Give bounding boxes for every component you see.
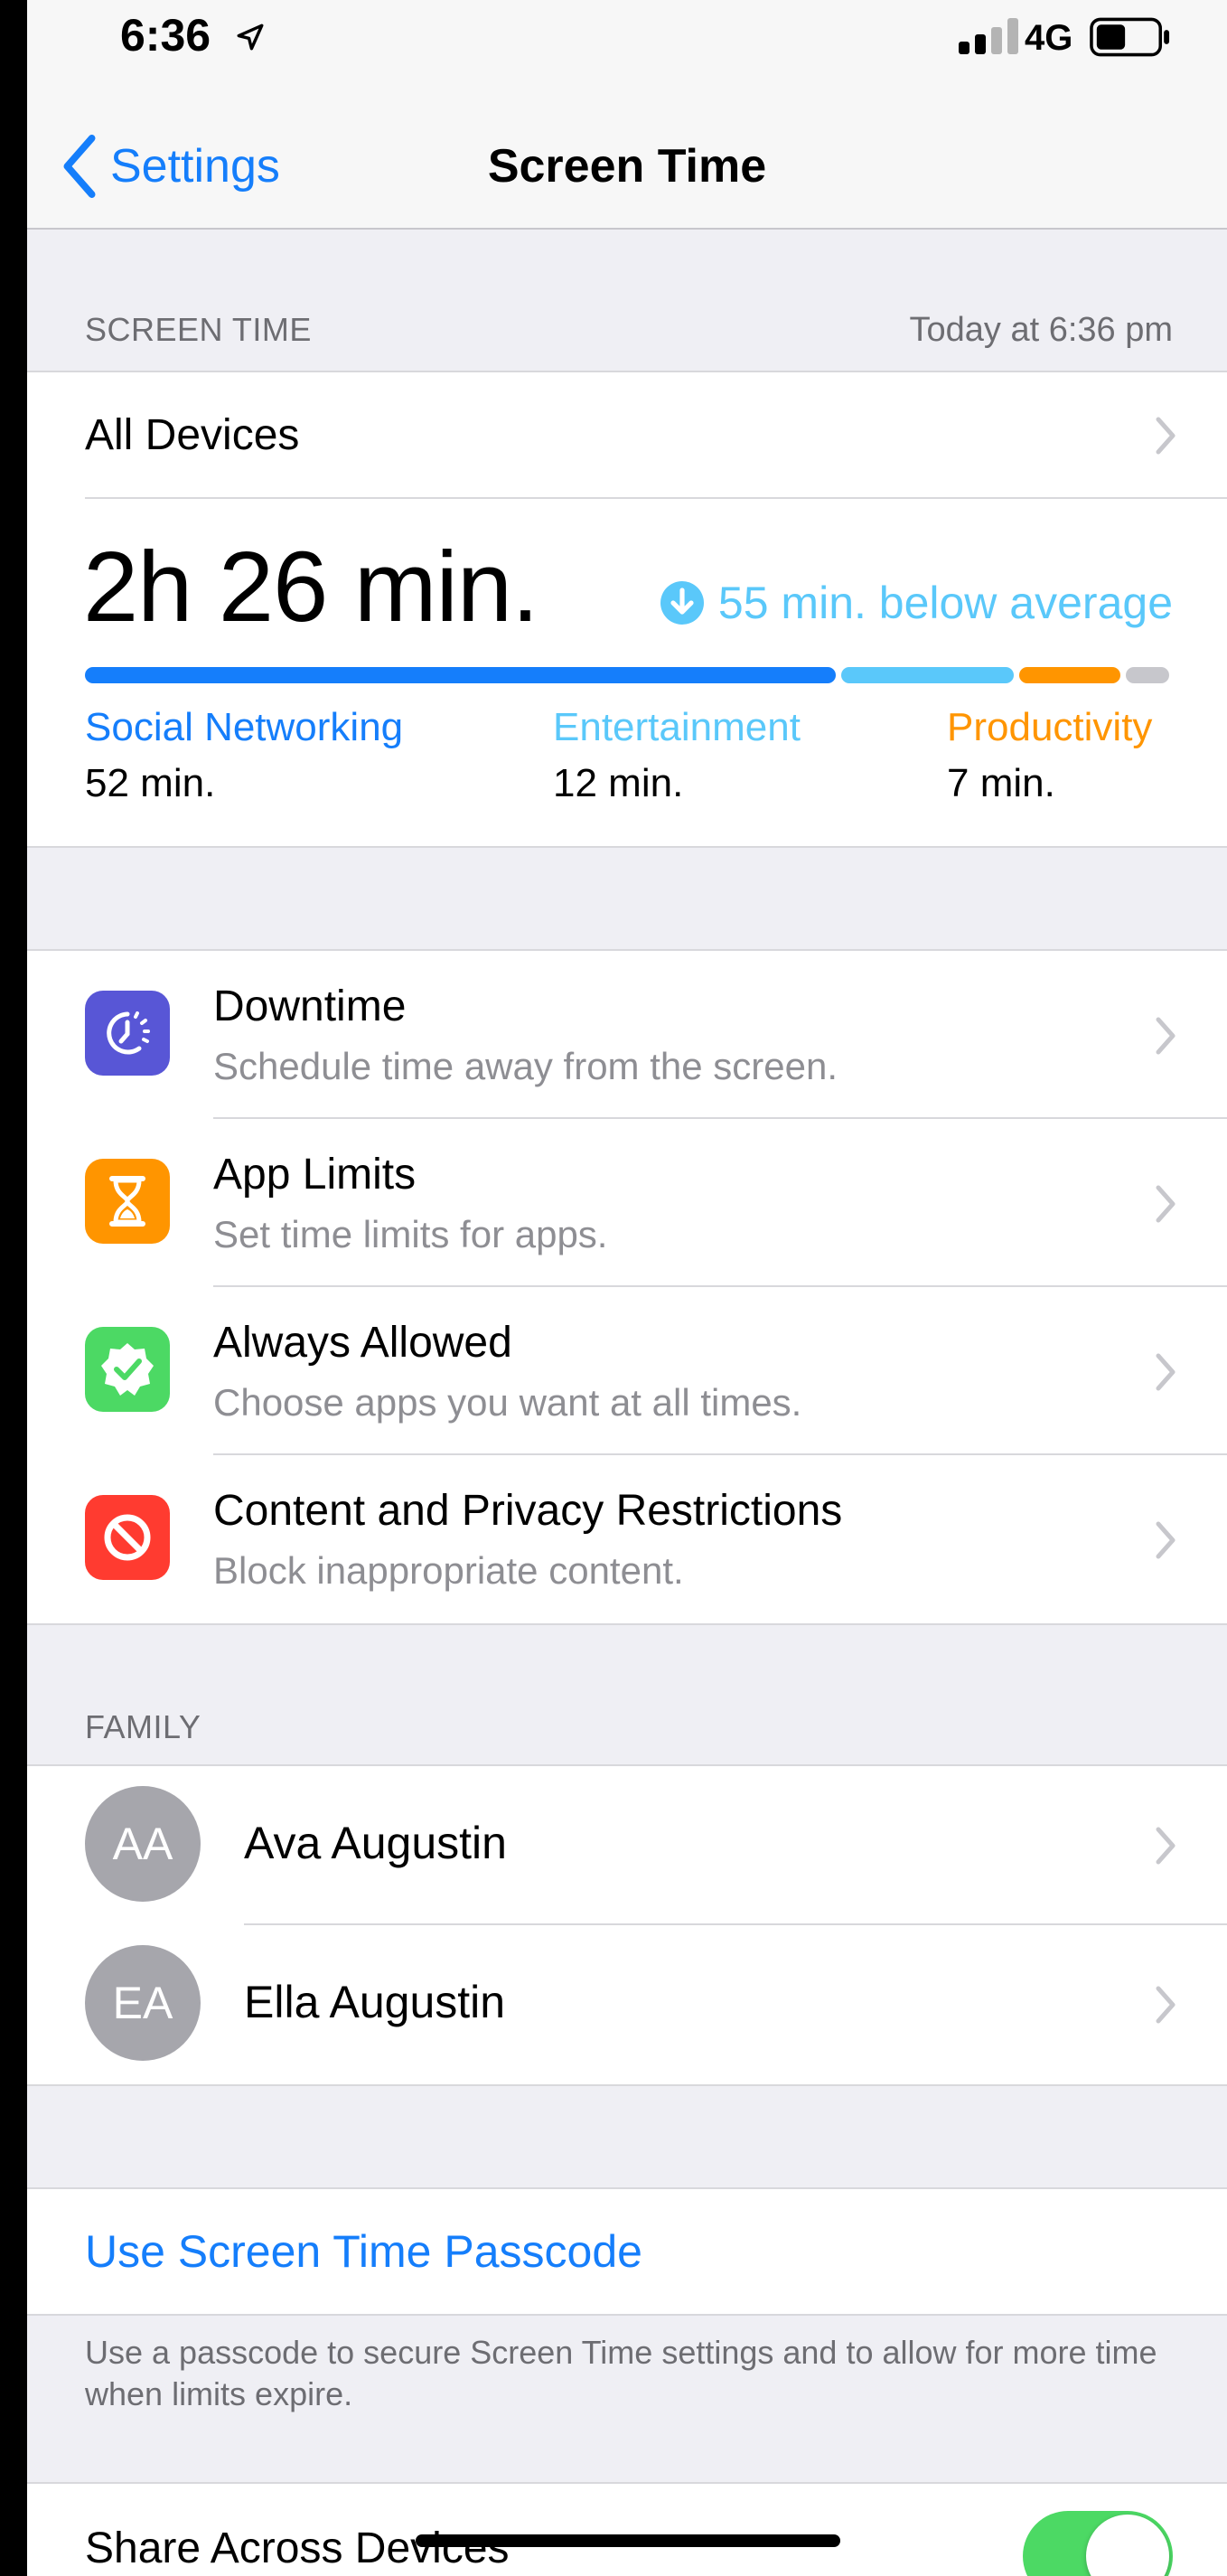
average-comparison-text: 55 min. below average bbox=[717, 578, 1173, 628]
navigation-bar: 6:36 4G Settings Screen Time bbox=[27, 0, 1227, 230]
divider bbox=[85, 497, 1227, 499]
menu-item-content-privacy[interactable]: Content and Privacy Restrictions Block i… bbox=[27, 1455, 1227, 1623]
category-entertainment: Entertainment 12 min. bbox=[553, 705, 801, 806]
usage-segment-other bbox=[1126, 667, 1169, 683]
chevron-right-icon bbox=[1156, 1521, 1175, 1559]
hourglass-icon bbox=[85, 1159, 170, 1244]
section-header-screen-time: SCREEN TIME bbox=[85, 311, 312, 348]
usage-segment-social-networking bbox=[85, 667, 836, 683]
average-comparison: 55 min. below average bbox=[660, 577, 1173, 629]
usage-segment-productivity bbox=[1019, 667, 1121, 683]
menu-item-app-limits[interactable]: App Limits Set time limits for apps. bbox=[27, 1119, 1227, 1287]
category-name: Productivity bbox=[947, 705, 1153, 749]
family-member-name: Ella Augustin bbox=[244, 1977, 506, 2027]
share-across-devices-label: Share Across Devices bbox=[85, 2524, 510, 2572]
menu-item-subtitle: Set time limits for apps. bbox=[213, 1213, 608, 1255]
chevron-right-icon bbox=[1156, 1353, 1175, 1391]
home-indicator bbox=[416, 2534, 840, 2547]
menu-item-always-allowed[interactable]: Always Allowed Choose apps you want at a… bbox=[27, 1287, 1227, 1455]
avatar: AA bbox=[85, 1786, 201, 1902]
family-list: AA Ava Augustin EA Ella Augustin bbox=[27, 1764, 1227, 2086]
use-passcode-link[interactable]: Use Screen Time Passcode bbox=[85, 2225, 642, 2278]
all-devices-label: All Devices bbox=[85, 411, 300, 459]
chevron-right-icon bbox=[1156, 1185, 1175, 1223]
category-name: Social Networking bbox=[85, 705, 404, 749]
category-value: 7 min. bbox=[947, 761, 1055, 805]
menu-item-subtitle: Schedule time away from the screen. bbox=[213, 1045, 838, 1087]
menu-item-subtitle: Choose apps you want at all times. bbox=[213, 1381, 802, 1424]
section-header-family: FAMILY bbox=[85, 1708, 201, 1745]
category-social-networking: Social Networking 52 min. bbox=[85, 705, 403, 806]
family-member-row[interactable]: EA Ella Augustin bbox=[27, 1925, 1227, 2084]
category-name: Entertainment bbox=[553, 705, 801, 749]
restricted-icon bbox=[85, 1495, 170, 1580]
passcode-footnote: Use a passcode to secure Screen Time set… bbox=[85, 2334, 1157, 2412]
chevron-right-icon bbox=[1156, 417, 1175, 455]
category-value: 12 min. bbox=[553, 761, 684, 805]
checkmark-badge-icon bbox=[85, 1327, 170, 1412]
chevron-right-icon bbox=[1156, 1827, 1175, 1865]
category-productivity: Productivity 7 min. bbox=[947, 705, 1152, 806]
updated-timestamp: Today at 6:36 pm bbox=[909, 311, 1173, 349]
battery-icon bbox=[1090, 17, 1170, 57]
passcode-card: Use Screen Time Passcode bbox=[27, 2187, 1227, 2316]
location-arrow-icon bbox=[237, 24, 264, 51]
usage-summary-card: All Devices 2h 26 min. 55 min. below ave… bbox=[27, 371, 1227, 848]
menu-item-title: Downtime bbox=[213, 982, 407, 1030]
network-type: 4G bbox=[1025, 18, 1073, 58]
status-time: 6:36 bbox=[120, 10, 211, 61]
cellular-signal-icon bbox=[959, 18, 1018, 54]
menu-item-downtime[interactable]: Downtime Schedule time away from the scr… bbox=[27, 951, 1227, 1119]
chevron-right-icon bbox=[1156, 1986, 1175, 2024]
arrow-down-circle-icon bbox=[660, 581, 704, 625]
all-devices-row[interactable]: All Devices bbox=[27, 372, 1227, 497]
settings-menu: Downtime Schedule time away from the scr… bbox=[27, 949, 1227, 1625]
page-title: Screen Time bbox=[487, 140, 767, 193]
category-value: 52 min. bbox=[85, 761, 216, 805]
avatar: EA bbox=[85, 1945, 201, 2061]
share-across-devices-toggle[interactable] bbox=[1023, 2511, 1173, 2576]
downtime-icon bbox=[85, 991, 170, 1076]
family-member-row[interactable]: AA Ava Augustin bbox=[27, 1766, 1227, 1925]
menu-item-title: App Limits bbox=[213, 1151, 417, 1199]
screen: 6:36 4G Settings Screen Time SCREEN TIME… bbox=[27, 0, 1227, 2576]
usage-bar bbox=[85, 667, 1169, 683]
toggle-knob bbox=[1086, 2515, 1169, 2576]
menu-item-title: Always Allowed bbox=[213, 1319, 512, 1367]
family-member-name: Ava Augustin bbox=[244, 1818, 507, 1868]
menu-item-subtitle: Block inappropriate content. bbox=[213, 1549, 684, 1592]
share-across-devices-row: Share Across Devices bbox=[27, 2482, 1227, 2576]
menu-item-title: Content and Privacy Restrictions bbox=[213, 1487, 843, 1535]
usage-segment-entertainment bbox=[840, 667, 1015, 683]
chevron-right-icon bbox=[1156, 1017, 1175, 1055]
total-screen-time: 2h 26 min. bbox=[83, 531, 539, 643]
